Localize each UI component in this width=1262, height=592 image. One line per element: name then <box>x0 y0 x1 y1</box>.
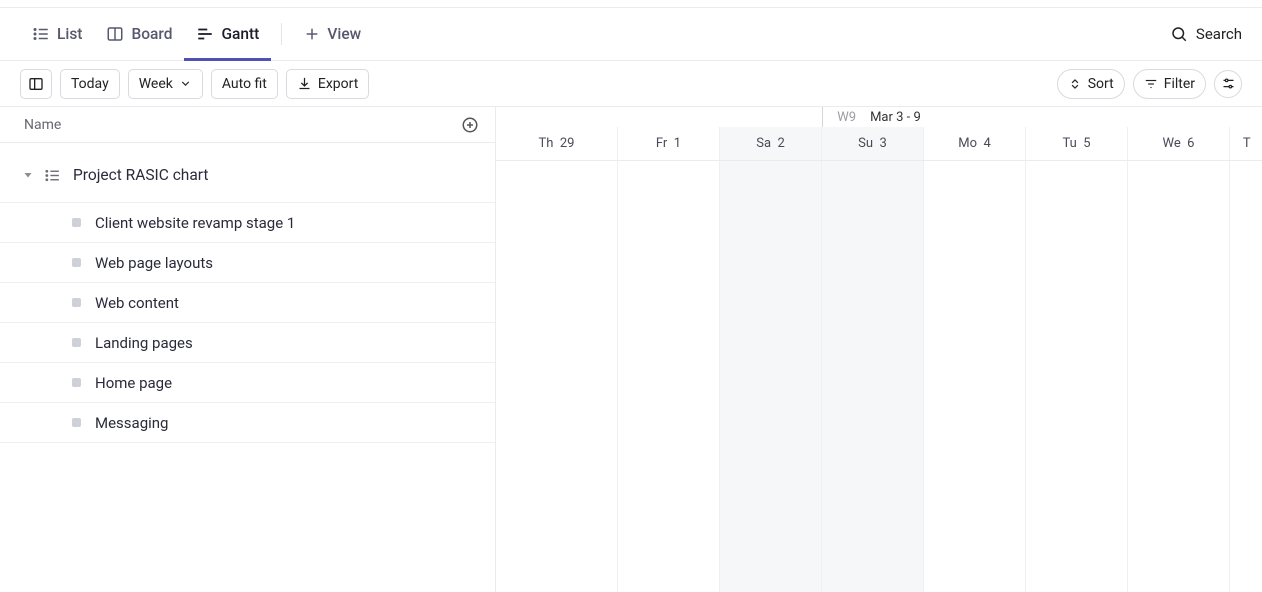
timeline-column <box>924 161 1026 592</box>
timeline-column <box>1026 161 1128 592</box>
day-header-cell: Tu 5 <box>1026 127 1128 160</box>
add-view-button[interactable]: View <box>292 8 373 60</box>
download-icon <box>297 76 312 91</box>
task-name: Web page layouts <box>95 254 213 272</box>
day-header-cell: Th 29 <box>496 127 618 160</box>
timeline-column <box>1128 161 1230 592</box>
search-label: Search <box>1196 25 1242 43</box>
tab-list-label: List <box>57 25 82 43</box>
autofit-button[interactable]: Auto fit <box>211 69 278 99</box>
board-icon <box>106 25 124 43</box>
day-header-cell: T <box>1230 127 1262 160</box>
task-row[interactable]: Client website revamp stage 1 <box>0 203 495 243</box>
timeline-column <box>496 161 618 592</box>
panel-icon <box>28 76 44 92</box>
range-label: Week <box>139 76 173 92</box>
task-row[interactable]: Web page layouts <box>0 243 495 283</box>
toggle-panel-button[interactable] <box>20 69 52 99</box>
view-tabs-bar: List Board Gantt View Search <box>0 7 1262 61</box>
task-list-pane: Name Project RASIC chart Client website … <box>0 107 496 592</box>
export-label: Export <box>318 76 358 92</box>
task-name: Client website revamp stage 1 <box>95 214 295 232</box>
task-row[interactable]: Home page <box>0 363 495 403</box>
caret-down-icon[interactable] <box>22 169 34 181</box>
plus-icon <box>304 26 320 42</box>
timeline-body[interactable] <box>496 161 1262 592</box>
status-square-icon <box>72 378 81 387</box>
status-square-icon <box>72 298 81 307</box>
task-rows: Project RASIC chart Client website revam… <box>0 143 495 592</box>
week-range: Mar 3 - 9 <box>870 110 921 125</box>
tab-list[interactable]: List <box>20 8 94 60</box>
filter-label: Filter <box>1164 76 1195 92</box>
export-button[interactable]: Export <box>286 69 369 99</box>
sort-icon <box>1068 77 1082 91</box>
add-column-button[interactable] <box>461 116 479 134</box>
tab-board-label: Board <box>131 25 172 43</box>
tab-gantt[interactable]: Gantt <box>184 8 271 60</box>
name-column-header: Name <box>24 117 61 133</box>
timeline-column <box>618 161 720 592</box>
day-header-cell: We 6 <box>1128 127 1230 160</box>
timeline-column <box>822 161 924 592</box>
task-list-header: Name <box>0 107 495 143</box>
status-square-icon <box>72 258 81 267</box>
group-title: Project RASIC chart <box>73 166 208 184</box>
timeline-pane: W9 Mar 3 - 9 Th 29Fr 1Sa 2Su 3Mo 4Tu 5We… <box>496 107 1262 592</box>
tab-divider <box>281 23 282 45</box>
day-header-cell: Sa 2 <box>720 127 822 160</box>
today-button[interactable]: Today <box>60 69 120 99</box>
task-name: Web content <box>95 294 179 312</box>
filter-button[interactable]: Filter <box>1133 69 1206 99</box>
today-label: Today <box>71 76 109 92</box>
day-header-cell: Fr 1 <box>618 127 720 160</box>
search-icon <box>1170 25 1188 43</box>
settings-button[interactable] <box>1214 70 1242 98</box>
day-header-cell: Mo 4 <box>924 127 1026 160</box>
sort-label: Sort <box>1088 76 1114 92</box>
status-square-icon <box>72 338 81 347</box>
search-button[interactable]: Search <box>1170 25 1242 43</box>
gantt-icon <box>196 25 214 43</box>
list-icon <box>32 25 50 43</box>
week-boundary-line <box>822 107 823 127</box>
status-square-icon <box>72 218 81 227</box>
timeline-week-header: W9 Mar 3 - 9 <box>496 107 1262 127</box>
range-dropdown[interactable]: Week <box>128 69 203 99</box>
tab-gantt-label: Gantt <box>221 25 259 43</box>
day-header-cell: Su 3 <box>822 127 924 160</box>
add-view-label: View <box>327 25 361 43</box>
task-row[interactable]: Landing pages <box>0 323 495 363</box>
list-icon <box>44 167 61 184</box>
timeline-column <box>720 161 822 592</box>
gantt-toolbar: Today Week Auto fit Export Sort Filter <box>0 61 1262 107</box>
task-name: Messaging <box>95 414 168 432</box>
group-row[interactable]: Project RASIC chart <box>0 148 495 203</box>
filter-icon <box>1144 77 1158 91</box>
tab-board[interactable]: Board <box>94 8 184 60</box>
timeline-column <box>1230 161 1262 592</box>
autofit-label: Auto fit <box>222 76 267 92</box>
task-name: Landing pages <box>95 334 193 352</box>
sliders-icon <box>1221 76 1236 91</box>
week-number: W9 <box>837 110 856 125</box>
timeline-days-row: Th 29Fr 1Sa 2Su 3Mo 4Tu 5We 6T <box>496 127 1262 161</box>
sort-button[interactable]: Sort <box>1057 69 1125 99</box>
task-name: Home page <box>95 374 172 392</box>
chevron-down-icon <box>179 77 192 90</box>
task-row[interactable]: Web content <box>0 283 495 323</box>
gantt-main: Name Project RASIC chart Client website … <box>0 107 1262 592</box>
status-square-icon <box>72 418 81 427</box>
task-row[interactable]: Messaging <box>0 403 495 443</box>
